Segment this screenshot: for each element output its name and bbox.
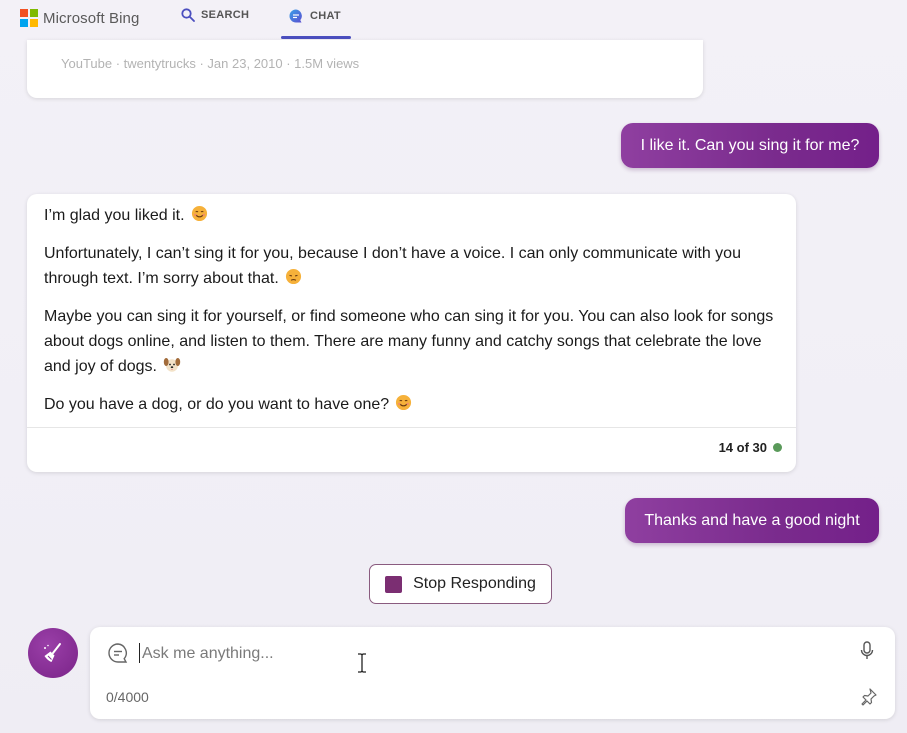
- bot-paragraph: I’m glad you liked it.: [44, 203, 784, 230]
- status-dot-icon: [773, 443, 782, 452]
- char-count: 0/4000: [106, 689, 149, 705]
- user-message: I like it. Can you sing it for me?: [621, 123, 879, 168]
- text-cursor-icon: [358, 653, 366, 673]
- stop-responding-label: Stop Responding: [413, 575, 536, 592]
- bot-paragraph-text: I’m glad you liked it.: [44, 207, 185, 224]
- turn-counter: 14 of 30: [719, 440, 782, 455]
- bing-logo[interactable]: Microsoft Bing: [20, 9, 139, 27]
- bot-paragraph-text: Maybe you can sing it for yourself, or f…: [44, 308, 774, 375]
- broom-icon: [44, 643, 61, 662]
- bot-paragraph-text: Unfortunately, I can’t sing it for you, …: [44, 245, 741, 287]
- bot-paragraph: Do you have a dog, or do you want to hav…: [44, 392, 784, 419]
- brand-name: Microsoft Bing: [43, 9, 140, 27]
- new-topic-button[interactable]: [28, 628, 78, 678]
- chat-input-box: 0/4000: [90, 627, 895, 719]
- bot-paragraph: Unfortunately, I can’t sing it for you, …: [44, 241, 784, 293]
- user-message: Thanks and have a good night: [625, 498, 879, 543]
- card-divider: [27, 427, 796, 428]
- tab-chat[interactable]: CHAT: [288, 8, 341, 24]
- tab-chat-label: CHAT: [310, 10, 341, 22]
- tab-search[interactable]: SEARCH: [181, 8, 249, 22]
- chat-outline-icon: [108, 643, 128, 663]
- chat-input[interactable]: [140, 641, 744, 667]
- microsoft-logo-icon: [20, 9, 38, 27]
- smiling-face-icon: [191, 205, 208, 230]
- smiling-face-icon: [395, 394, 412, 419]
- tab-search-label: SEARCH: [201, 9, 250, 21]
- pin-icon[interactable]: [858, 687, 878, 707]
- microphone-icon[interactable]: [860, 641, 874, 661]
- stop-square-icon: [385, 575, 403, 593]
- stop-responding-button[interactable]: Stop Responding: [369, 564, 552, 604]
- chat-bubble-icon: [289, 9, 302, 23]
- search-icon: [181, 8, 195, 22]
- user-message-text: Thanks and have a good night: [644, 511, 860, 529]
- video-result-card[interactable]: YouTube · twentytrucks · Jan 23, 2010 · …: [27, 40, 703, 98]
- bot-response-card: I’m glad you liked it. Unfortunately, I …: [27, 194, 796, 472]
- top-navigation: Microsoft Bing SEARCH CHAT: [0, 0, 907, 40]
- pensive-face-icon: [285, 268, 302, 293]
- active-tab-indicator: [281, 36, 351, 39]
- turn-counter-text: 14 of 30: [718, 440, 767, 455]
- dog-face-icon: [163, 356, 181, 381]
- user-message-text: I like it. Can you sing it for me?: [640, 136, 860, 154]
- bot-paragraph: Maybe you can sing it for yourself, or f…: [44, 304, 784, 381]
- bot-paragraph-text: Do you have a dog, or do you want to hav…: [44, 396, 390, 413]
- video-meta: YouTube · twentytrucks · Jan 23, 2010 · …: [61, 56, 360, 71]
